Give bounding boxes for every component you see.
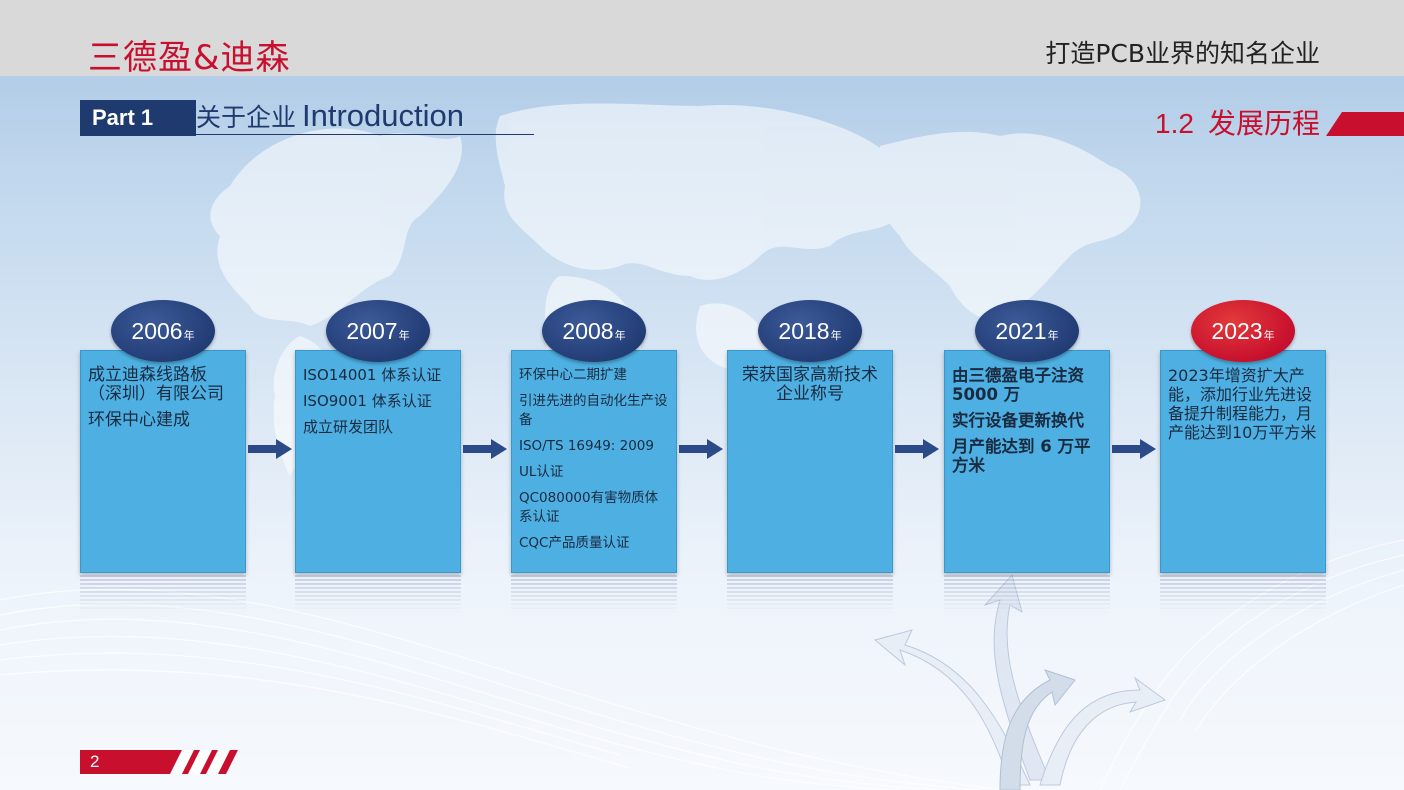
header-slogan: 打造PCB业界的知名企业 <box>1045 39 1320 68</box>
year-badge-2008: 2008年 <box>542 300 646 362</box>
year-label: 2006 <box>131 318 183 344</box>
year-suffix: 年 <box>1263 329 1275 342</box>
year-suffix: 年 <box>614 329 626 342</box>
timeline-card-line: 环保中心二期扩建 <box>519 367 627 383</box>
timeline-arrow-icon <box>895 439 939 459</box>
timeline-card-line: CQC产品质量认证 <box>519 535 630 551</box>
timeline-card-2007: ISO14001 体系认证 ISO9001 体系认证 成立研发团队 <box>295 350 461 573</box>
year-label: 2023 <box>1211 318 1263 344</box>
part-tag: Part 1 <box>80 100 196 136</box>
timeline-card-line: QC080000有害物质体系认证 <box>519 490 659 525</box>
timeline-arrow-icon <box>248 439 292 459</box>
card-reflection <box>80 575 246 613</box>
timeline-card-2008: 环保中心二期扩建引进先进的自动化生产设备 ISO/TS 16949: 2009 UL… <box>511 350 677 573</box>
timeline-card-line: ISO14001 体系认证 <box>303 366 442 384</box>
card-reflection <box>295 575 461 613</box>
year-label: 2008 <box>562 318 614 344</box>
year-label: 2018 <box>778 318 830 344</box>
timeline-card-line: 2023年增资扩大产能，添加行业先进设备提升制程能力，月产能达到10万平方米 <box>1168 366 1317 442</box>
year-label: 2021 <box>995 318 1047 344</box>
timeline-card-line: 环保中心建成 <box>88 410 190 430</box>
timeline-card-line: 实行设备更新换代 <box>952 411 1084 430</box>
timeline-card-line: 荣获国家高新技术企业称号 <box>742 365 878 404</box>
card-reflection <box>727 575 893 613</box>
part-title-en: Introduction <box>302 98 465 133</box>
card-reflection <box>944 575 1110 613</box>
part-title-cn: 关于企业 <box>196 103 297 132</box>
timeline-arrow-icon <box>463 439 507 459</box>
year-badge-2021: 2021年 <box>975 300 1079 362</box>
timeline-card-line: ISO/TS 16949: 2009 <box>519 438 654 454</box>
year-badge-2023: 2023年 <box>1191 300 1295 362</box>
year-badge-2018: 2018年 <box>758 300 862 362</box>
part-title: 关于企业 Introduction <box>196 98 534 135</box>
timeline-card-line: UL认证 <box>519 464 564 480</box>
year-badge-2006: 2006年 <box>111 300 215 362</box>
timeline-arrow-icon <box>1112 439 1156 459</box>
timeline-card-line: 成立研发团队 <box>303 418 394 436</box>
slide: 三德盈&迪森 打造PCB业界的知名企业 Part 1 关于企业 Introduct… <box>0 0 1404 790</box>
section-number: 1.2 <box>1155 108 1194 139</box>
card-reflection <box>1160 575 1326 613</box>
timeline-card-line: 引进先进的自动化生产设备 <box>519 393 668 428</box>
timeline-card-line: 月产能达到 6 万平方米 <box>952 437 1091 475</box>
timeline-card-2006: 成立迪森线路板（深圳）有限公司环保中心建成 <box>80 350 246 573</box>
year-suffix: 年 <box>398 329 410 342</box>
year-label: 2007 <box>346 318 398 344</box>
page-number-stripes <box>170 750 238 774</box>
section-title-text: 发展历程 <box>1207 107 1320 140</box>
timeline-card-2021: 由三德盈电子注资5000 万实行设备更新换代月产能达到 6 万平方米 <box>944 350 1110 573</box>
timeline-card-2023: 2023年增资扩大产能，添加行业先进设备提升制程能力，月产能达到10万平方米 <box>1160 350 1326 573</box>
card-reflection <box>511 575 677 613</box>
brand-title: 三德盈&迪森 <box>88 38 291 78</box>
year-badge-2007: 2007年 <box>326 300 430 362</box>
section-title: 1.2 发展历程 <box>1155 102 1320 142</box>
timeline-card-line: 成立迪森线路板（深圳）有限公司 <box>88 365 224 404</box>
year-suffix: 年 <box>830 329 842 342</box>
timeline-card-line: ISO9001 体系认证 <box>303 392 432 410</box>
timeline-card-2018: 荣获国家高新技术企业称号 <box>727 350 893 573</box>
timeline-card-line: 由三德盈电子注资5000 万 <box>952 366 1084 404</box>
timeline-arrow-icon <box>679 439 723 459</box>
year-suffix: 年 <box>183 329 195 342</box>
year-suffix: 年 <box>1047 329 1059 342</box>
